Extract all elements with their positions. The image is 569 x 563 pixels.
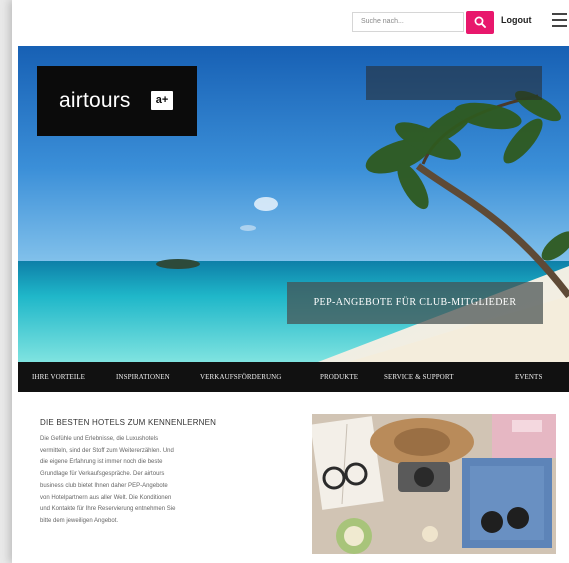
top-bar: Suche nach... Logout [12,0,569,46]
pep-offers-banner[interactable]: PEP-ANGEBOTE FÜR CLUB-MITGLIEDER [287,282,543,324]
body-line: business club bietet Ihnen daher PEP-Ang… [40,482,168,489]
section-title: DIE BESTEN HOTELS ZUM KENNENLERNEN [40,418,217,427]
travel-items-photo [312,414,556,554]
nav-item-verkaufsfoerderung[interactable]: VERKAUFSFÖRDERUNG [200,373,281,381]
travel-items-image [312,414,556,554]
logo-wordmark: airtours [59,89,131,112]
nav-item-ihre-vorteile[interactable]: IHRE VORTEILE [32,373,85,381]
nav-item-service-support[interactable]: SERVICE & SUPPORT [384,373,454,381]
body-line: Grundlage für Verkaufsgespräche. Der air… [40,471,165,478]
main-navigation: IHRE VORTEILE INSPIRATIONEN VERKAUFSFÖRD… [18,362,569,392]
search-button[interactable] [466,11,494,34]
photo-credit [366,66,542,100]
menu-icon[interactable] [552,13,567,27]
search-input[interactable]: Suche nach... [352,12,464,32]
page: Suche nach... Logout airtours a+ PEP-ANG… [12,0,569,563]
nav-item-produkte[interactable]: PRODUKTE [320,373,358,381]
logo-symbol: a+ [151,91,173,110]
search-icon [474,16,486,28]
body-line: vermitteln, sind der Stoff zum Weitererz… [40,447,174,454]
nav-item-inspirationen[interactable]: INSPIRATIONEN [116,373,170,381]
brand-logo[interactable]: airtours a+ [37,66,197,136]
body-line: Die Gefühle und Erlebnisse, die Luxushot… [40,436,159,442]
body-line: die eigene Erfahrung ist immer noch die … [40,459,163,466]
section-body: Die Gefühle und Erlebnisse, die Luxushot… [40,434,260,528]
body-line: und Kontakte für Ihre Reservierung entne… [40,506,176,513]
body-line: von Hotelpartnern aus aller Welt. Die Ko… [40,494,172,501]
hero-banner: airtours a+ PEP-ANGEBOTE FÜR CLUB-MITGLI… [18,46,569,362]
logout-link[interactable]: Logout [501,15,532,25]
body-line: bitte dem jeweiligen Angebot. [40,517,119,524]
nav-item-events[interactable]: EVENTS [515,373,542,381]
